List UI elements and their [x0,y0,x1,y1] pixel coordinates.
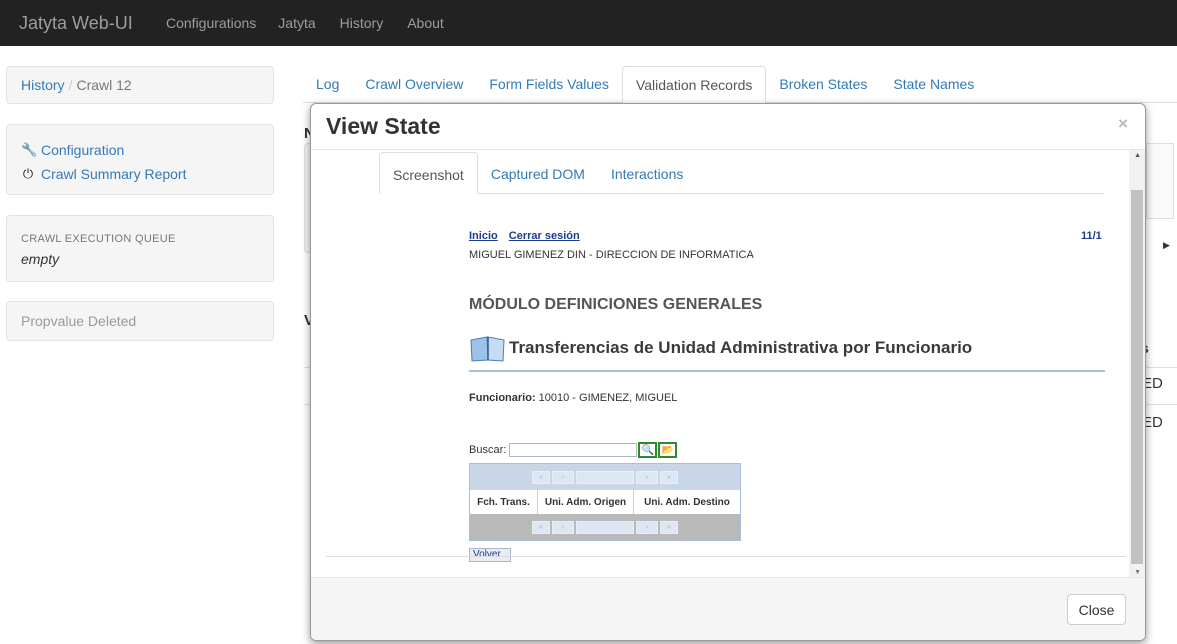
next-page-icon: › [636,470,658,484]
screenshot-grid-pager-top: « ‹ › » [470,467,740,487]
tab-crawl-overview[interactable]: Crawl Overview [352,66,476,102]
screenshot-funcionario: Funcionario: 10010 - GIMENEZ, MIGUEL [469,392,677,404]
wrench-icon: 🔧 [21,142,38,157]
breadcrumb-separator: / [68,77,73,93]
screenshot-grid-pager-bottom: « ‹ › » [470,517,740,537]
tab-validation-records[interactable]: Validation Records [621,66,767,103]
next-page-icon: › [636,520,658,534]
first-page-icon: « [532,520,550,534]
screenshot-nav-links: Inicio Cerrar sesión [469,230,588,242]
magnifier-icon: 🔍 [638,442,658,458]
crawl-execution-queue: CRAWL EXECUTION QUEUE empty [6,215,274,282]
grid-column-header: Fch. Trans. [470,490,538,514]
screenshot-heading-rule [469,370,1105,372]
nav-history[interactable]: History [340,15,384,31]
screenshot-user-info: MIGUEL GIMENEZ DIN - DIRECCION DE INFORM… [469,249,754,261]
funcionario-value: 10010 - GIMENEZ, MIGUEL [535,392,678,404]
screenshot-search-row: Buscar: 🔍 📂 [469,442,678,458]
grid-column-header: Uni. Adm. Origen [538,490,634,514]
crawl-summary-report-label: Crawl Summary Report [41,166,187,182]
tab-broken-states[interactable]: Broken States [766,66,880,102]
screenshot-volver-button: Volver [469,548,511,562]
screenshot-heading-text: Transferencias de Unidad Administrativa … [509,338,973,357]
funcionario-label: Funcionario: [469,392,536,404]
last-page-icon: » [660,470,678,484]
nav-configurations[interactable]: Configurations [166,15,256,31]
screenshot-search-input [509,443,638,457]
tab-form-fields-values[interactable]: Form Fields Values [476,66,622,102]
modal-footer: Close [311,577,1145,640]
brand-logo[interactable]: Jatyta Web-UI [0,13,166,34]
prev-page-icon: ‹ [552,470,574,484]
view-state-modal: View State × Screenshot Captured DOM Int… [310,103,1146,641]
page-field [576,520,634,534]
status-alert: Propvalue Deleted [6,301,274,341]
breadcrumb: History / Crawl 12 [6,66,274,104]
screenshot-cerrar-sesion-link: Cerrar sesión [508,230,580,242]
modal-title: View State [326,113,441,139]
crawl-summary-report-link[interactable]: ⏻ Crawl Summary Report [21,162,259,186]
screenshot-page-indicator: 11/1 [1081,230,1102,242]
grid-column-header: Uni. Adm. Destino [644,496,730,508]
chevron-right-icon[interactable]: ▶ [1163,240,1170,251]
queue-title: CRAWL EXECUTION QUEUE [21,233,176,245]
background-thumbnail [1146,143,1174,219]
scrollbar-thumb[interactable] [1131,190,1143,564]
sidebar-links: 🔧 Configuration ⏻ Crawl Summary Report [6,124,274,195]
close-icon[interactable]: × [1118,114,1128,134]
tab-log[interactable]: Log [303,66,352,102]
tab-state-names[interactable]: State Names [880,66,987,102]
configuration-link[interactable]: 🔧 Configuration [21,138,259,162]
modal-header: View State × [311,104,1145,150]
modal-body: Screenshot Captured DOM Interactions Ini… [311,150,1145,578]
main-tabs: Log Crawl Overview Form Fields Values Va… [303,66,1177,103]
configuration-link-label: Configuration [41,142,125,158]
buscar-label: Buscar: [469,444,507,456]
first-page-icon: « [532,470,550,484]
folder-icon: 📂 [658,442,678,458]
view-state-tabs: Screenshot Captured DOM Interactions [379,152,1104,194]
breadcrumb-current: Crawl 12 [76,77,132,93]
page-field [576,470,634,484]
tab-captured-dom[interactable]: Captured DOM [478,152,598,193]
scroll-down-icon[interactable]: ▼ [1134,569,1141,576]
queue-value: empty [21,251,60,267]
prev-page-icon: ‹ [552,520,574,534]
tab-interactions[interactable]: Interactions [598,152,696,193]
nav-jatyta[interactable]: Jatyta [278,15,315,31]
screenshot-grid: « ‹ › » Fch. Trans. Uni. Adm. Origen Uni… [469,463,741,541]
last-page-icon: » [660,520,678,534]
screenshot-inicio-link: Inicio [469,230,498,242]
book-icon [470,336,505,362]
power-icon: ⏻ [22,166,34,181]
modal-scrollbar[interactable]: ▲ ▼ [1129,150,1145,578]
top-navbar: Jatyta Web-UI Configurations Jatyta Hist… [0,0,1177,46]
scroll-up-icon[interactable]: ▲ [1134,152,1141,159]
tab-screenshot[interactable]: Screenshot [379,152,478,194]
screenshot-bottom-divider [326,556,1126,557]
close-button[interactable]: Close [1067,594,1126,625]
screenshot-grid-header: Fch. Trans. Uni. Adm. Origen Uni. Adm. D… [470,490,740,514]
breadcrumb-history-link[interactable]: History [21,77,65,93]
screenshot-heading: Transferencias de Unidad Administrativa … [469,334,972,362]
nav-about[interactable]: About [407,15,444,31]
screenshot-module-title: MÓDULO DEFINICIONES GENERALES [469,296,763,313]
screenshot-grid-footer: « ‹ › » [470,514,740,540]
